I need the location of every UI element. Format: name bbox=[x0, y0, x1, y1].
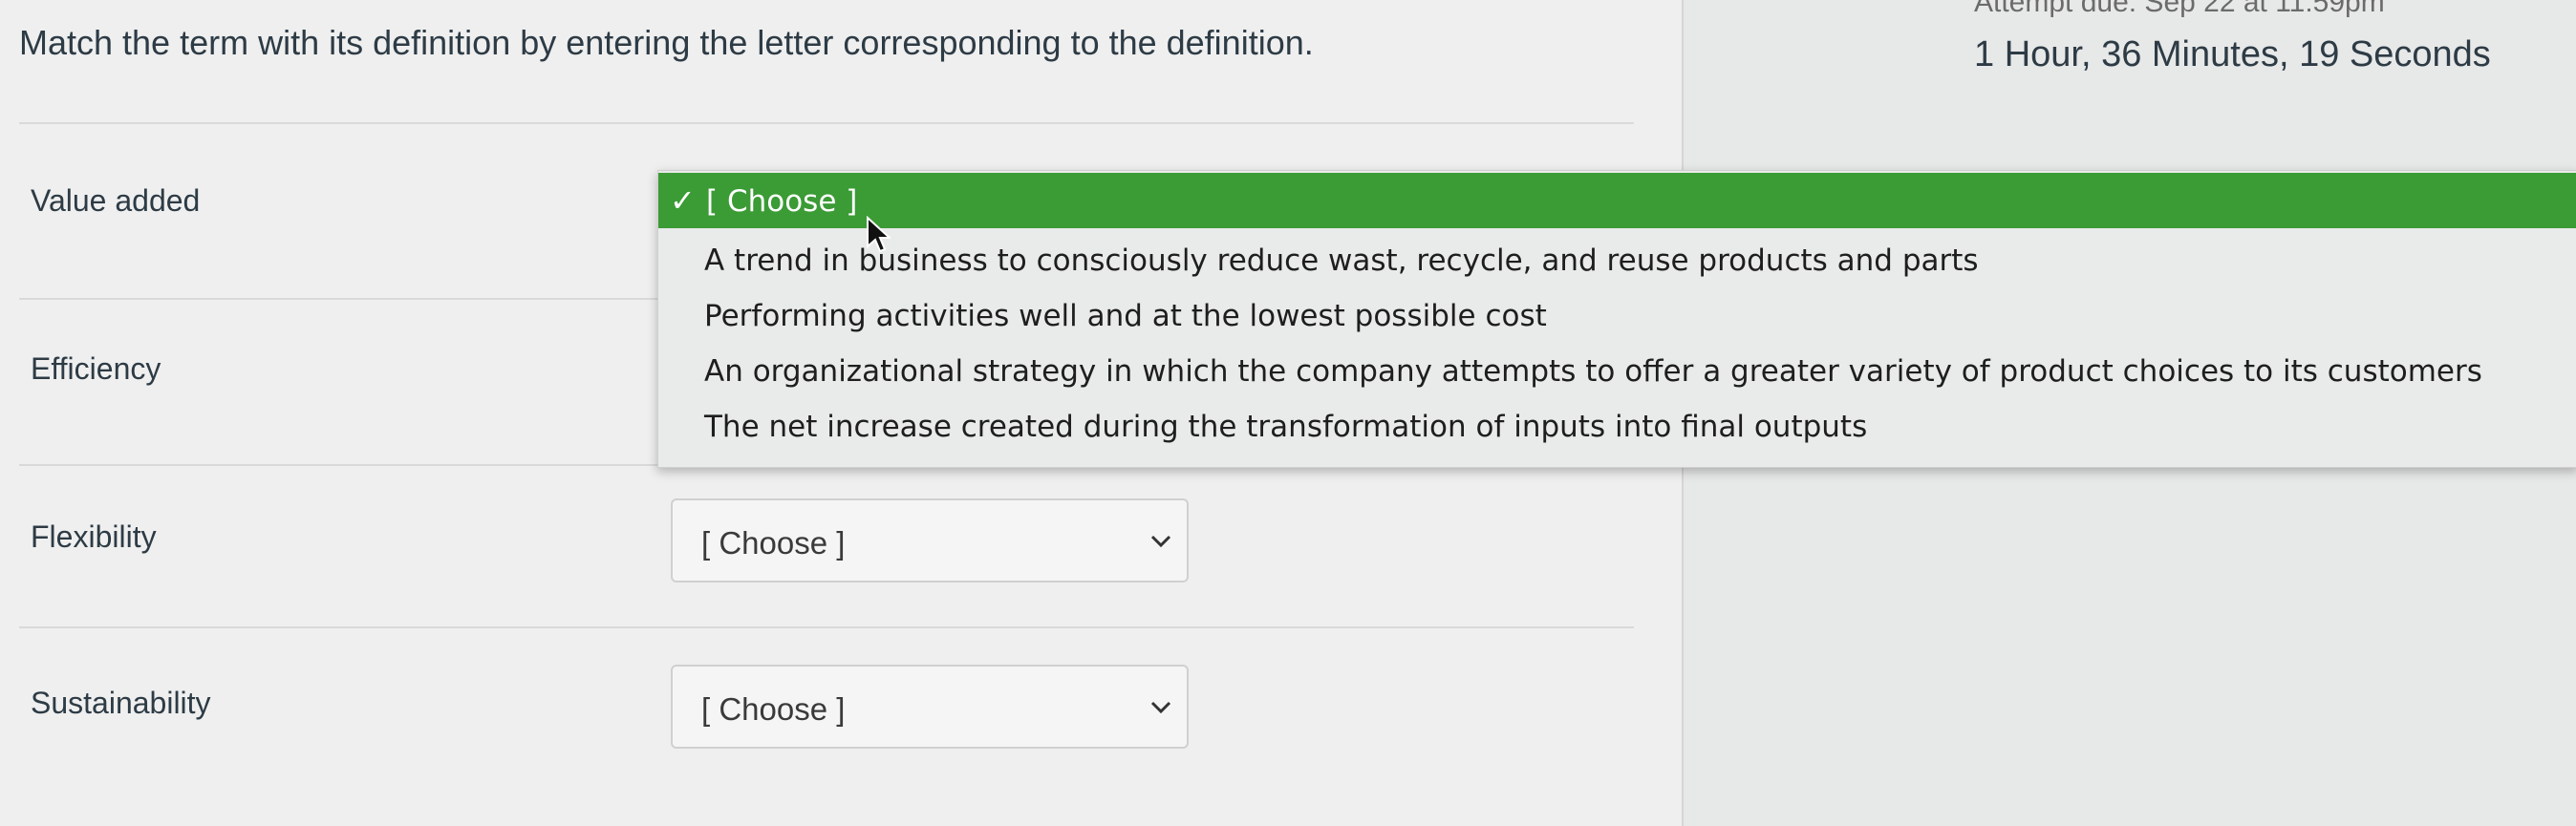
quiz-timer: 1 Hour, 36 Minutes, 19 Seconds bbox=[1974, 34, 2491, 74]
flexibility-select[interactable]: [ Choose ] bbox=[671, 498, 1189, 582]
term-flexibility: Flexibility bbox=[31, 519, 157, 554]
term-sustainability: Sustainability bbox=[31, 686, 211, 720]
mouse-pointer-icon bbox=[867, 216, 891, 253]
definition-dropdown-list[interactable]: ✓ [ Choose ] A trend in business to cons… bbox=[657, 170, 2576, 468]
dropdown-option-choose[interactable]: ✓ [ Choose ] bbox=[658, 173, 2576, 228]
select-value: [ Choose ] bbox=[701, 525, 846, 561]
check-icon: ✓ bbox=[670, 182, 696, 219]
option-label: [ Choose ] bbox=[706, 184, 858, 219]
dropdown-option[interactable]: The net increase created during the tran… bbox=[704, 410, 1867, 444]
dropdown-option[interactable]: An organizational strategy in which the … bbox=[704, 354, 2482, 389]
dropdown-option[interactable]: Performing activities well and at the lo… bbox=[704, 299, 1547, 333]
divider bbox=[19, 122, 1634, 124]
term-value-added: Value added bbox=[31, 183, 201, 218]
sustainability-select[interactable]: [ Choose ] bbox=[671, 665, 1189, 749]
divider bbox=[19, 626, 1634, 628]
dropdown-option[interactable]: A trend in business to consciously reduc… bbox=[704, 244, 1979, 278]
select-value: [ Choose ] bbox=[701, 691, 846, 727]
attempt-due-text: Attempt due: Sep 22 at 11:59pm bbox=[1974, 0, 2385, 18]
instructions-text: Match the term with its definition by en… bbox=[19, 23, 1314, 62]
chevron-down-icon bbox=[1150, 701, 1171, 714]
chevron-down-icon bbox=[1150, 535, 1171, 548]
term-efficiency: Efficiency bbox=[31, 351, 161, 386]
